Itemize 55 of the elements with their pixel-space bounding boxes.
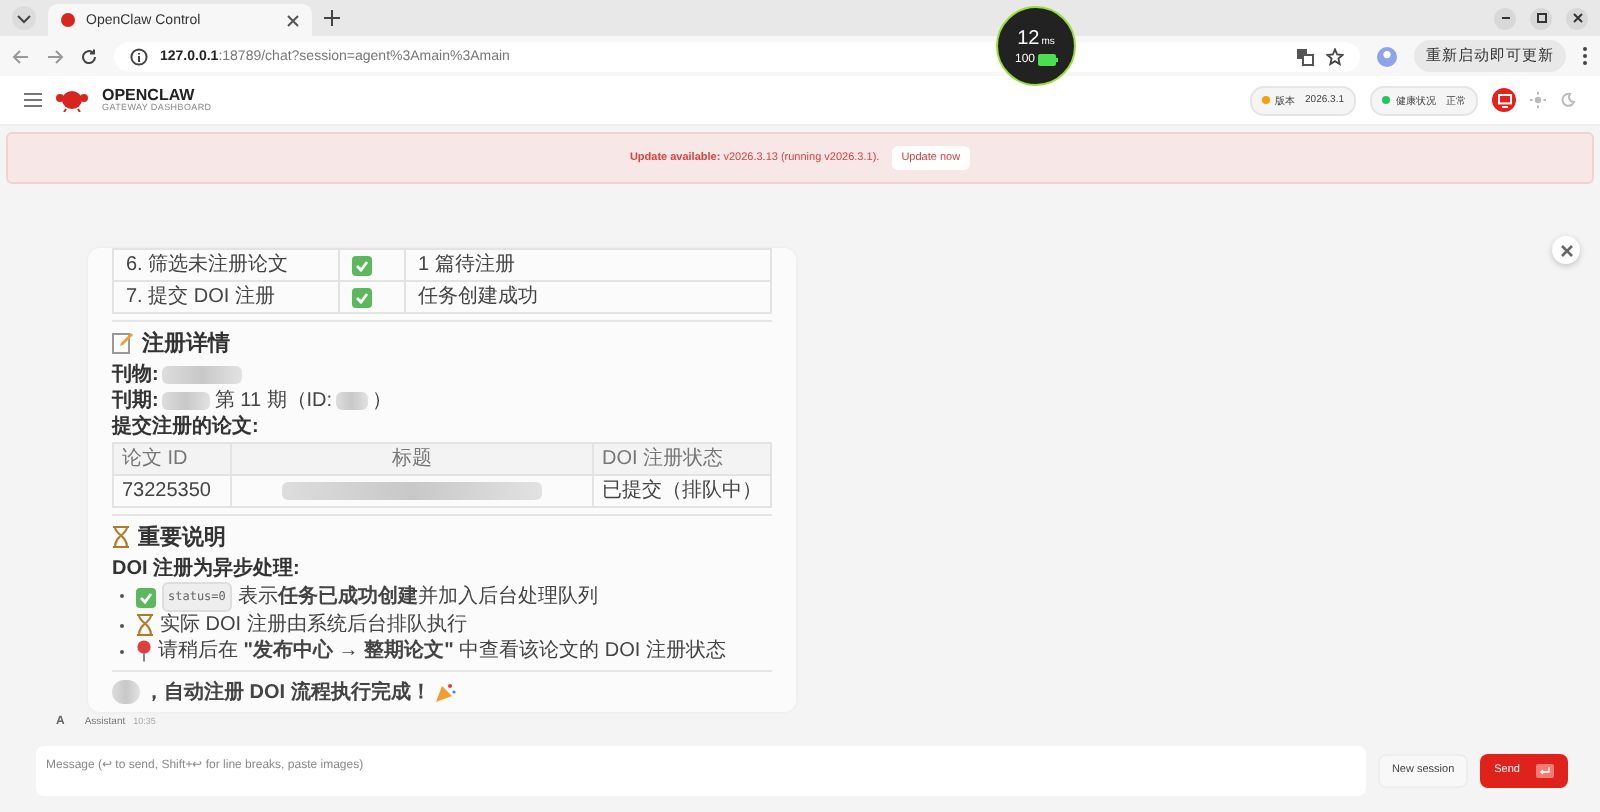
battery-icon [1037, 53, 1057, 65]
redacted-text [162, 392, 211, 410]
note-text: 表示任务已成功创建并加入后台处理队列 [237, 584, 598, 610]
hourglass-icon [112, 526, 130, 548]
party-popper-icon [434, 681, 457, 703]
redacted-avatar [112, 680, 140, 704]
forward-icon[interactable] [46, 47, 64, 65]
note-text: 请稍后在 "发布中心 → 整期论文" 中查看该论文的 DOI 注册状态 [158, 638, 726, 664]
close-icon[interactable] [286, 13, 300, 27]
close-button[interactable] [1552, 236, 1580, 264]
translate-icon[interactable] [1296, 47, 1314, 65]
restore-icon[interactable] [1530, 7, 1552, 29]
crab-logo-icon [56, 88, 88, 112]
column-header: DOI 注册状态 [592, 444, 770, 474]
back-icon[interactable] [12, 47, 30, 65]
issue-text: 第 11 期（ID: [214, 388, 333, 414]
notes-lead: DOI 注册为异步处理: [112, 556, 300, 582]
star-icon[interactable] [1326, 47, 1344, 65]
table-cell-text: 1 篇待注册 [416, 251, 517, 280]
redacted-text [162, 366, 243, 384]
section-heading: 重要说明 [138, 523, 226, 552]
memo-icon [112, 332, 134, 354]
table-cell: 6. 筛选未注册论文 [114, 250, 340, 280]
field-label: 刊物: [112, 362, 159, 388]
issue-text: ） [372, 388, 393, 414]
minimize-icon[interactable] [1494, 7, 1516, 29]
reload-icon[interactable] [80, 47, 98, 65]
table-cell: 7. 提交 DOI 注册 [114, 282, 340, 312]
field-label: 提交注册的论文: [112, 414, 259, 440]
column-header: 标题 [230, 444, 592, 474]
monitor-button[interactable] [1492, 88, 1516, 112]
close-icon[interactable] [1566, 7, 1588, 29]
brand-name: OPENCLAW [102, 87, 195, 104]
table-cell: 已提交（排队中） [592, 476, 770, 506]
closing-text: ，自动注册 DOI 流程执行完成！ [144, 678, 431, 706]
info-icon[interactable] [130, 47, 148, 65]
check-icon [352, 255, 372, 275]
close-icon [1559, 243, 1573, 257]
enter-key-icon [1536, 763, 1554, 777]
note-text: 实际 DOI 注册由系统后台排队执行 [160, 612, 467, 638]
table-cell-text: 任务创建成功 [416, 283, 540, 312]
new-tab-icon[interactable] [324, 10, 340, 26]
section-heading: 注册详情 [142, 329, 230, 358]
menu-icon[interactable] [24, 92, 42, 108]
pin-icon [136, 640, 152, 662]
redacted-text [336, 392, 369, 410]
table-cell-text: 73225350 [120, 478, 213, 506]
check-icon [352, 287, 372, 307]
field-label: 刊期: [112, 388, 159, 414]
menu-icon[interactable] [1582, 46, 1588, 66]
claw-logo-icon [60, 12, 76, 28]
check-icon [136, 587, 156, 607]
hourglass-icon [136, 614, 154, 636]
column-header: 论文 ID [120, 445, 190, 474]
tab-list-icon[interactable] [12, 6, 36, 30]
